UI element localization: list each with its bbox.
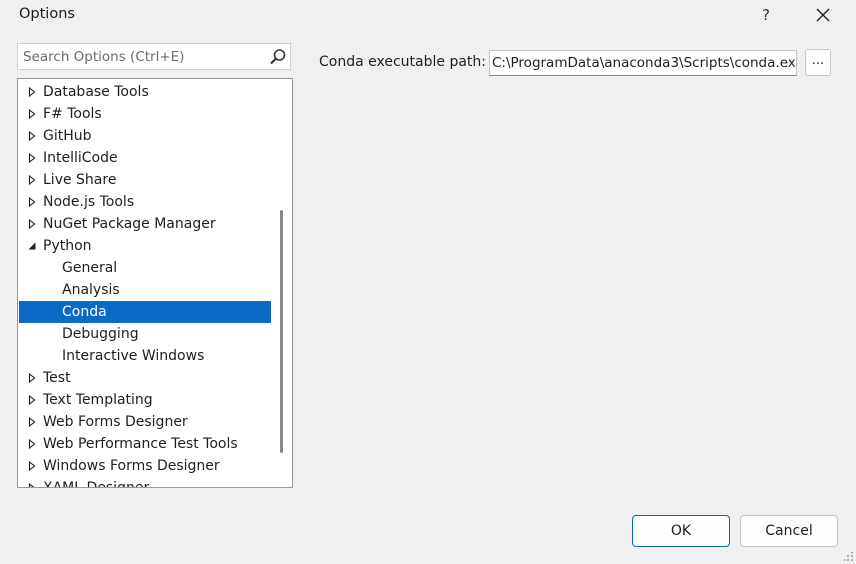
tree-item-label: Database Tools [43,84,149,100]
tree-item[interactable]: XAML Designer [19,477,271,488]
tree-item[interactable]: IntelliCode [19,147,271,169]
collapsed-arrow-icon[interactable] [27,395,37,405]
browse-button[interactable]: ... [805,49,831,76]
collapsed-arrow-icon[interactable] [27,417,37,427]
tree-item-label: IntelliCode [43,150,118,166]
expanded-arrow-icon[interactable] [27,241,37,251]
ok-button[interactable]: OK [632,515,730,547]
tree-item[interactable]: Text Templating [19,389,271,411]
tree-item-label: Windows Forms Designer [43,458,220,474]
tree-item-child[interactable]: Conda [19,301,271,323]
window-title: Options [19,6,75,22]
tree-item-label: Live Share [43,172,117,188]
tree-item-label: Web Forms Designer [43,414,188,430]
tree-item[interactable]: Test [19,367,271,389]
collapsed-arrow-icon[interactable] [27,439,37,449]
tree-item-label: General [62,260,118,276]
collapsed-arrow-icon[interactable] [27,461,37,471]
close-icon [816,8,830,22]
tree-item-child[interactable]: Interactive Windows [19,345,271,367]
tree-item-label: NuGet Package Manager [43,216,216,232]
tree-item-label: Node.js Tools [43,194,135,210]
tree-item-label: GitHub [43,128,92,144]
collapsed-arrow-icon[interactable] [27,219,37,229]
options-tree[interactable]: XAML Designer Windows Forms Designer Web P… [17,78,293,488]
tree-item[interactable]: NuGet Package Manager [19,213,271,235]
tree-item[interactable]: Web Performance Test Tools [19,433,271,455]
tree-item-label: Conda [62,304,107,320]
tree-item[interactable]: F# Tools [19,103,271,125]
tree-item[interactable]: Windows Forms Designer [19,455,271,477]
close-button[interactable] [808,2,838,28]
resize-grip-icon[interactable] [844,552,854,562]
collapsed-arrow-icon[interactable] [27,131,37,141]
collapsed-arrow-icon[interactable] [27,175,37,185]
conda-path-input[interactable] [490,51,796,75]
help-button[interactable]: ? [752,2,780,28]
tree-item-label: XAML Designer [43,480,150,488]
search-box [17,43,291,70]
tree-item[interactable]: GitHub [19,125,271,147]
search-input[interactable] [18,44,269,69]
tree-item[interactable]: Web Forms Designer [19,411,271,433]
collapsed-arrow-icon[interactable] [27,109,37,119]
tree-item-child[interactable]: Analysis [19,279,271,301]
tree-item[interactable]: Node.js Tools [19,191,271,213]
search-icon[interactable] [269,48,287,66]
tree-item-child[interactable]: General [19,257,271,279]
tree-item-child[interactable]: Debugging [19,323,271,345]
tree-item[interactable]: Python [19,235,271,257]
tree-item-label: Test [43,370,71,386]
tree-item-label: F# Tools [43,106,102,122]
conda-path-field [489,50,797,76]
collapsed-arrow-icon[interactable] [27,153,37,163]
conda-path-label: Conda executable path: [319,54,486,70]
tree-item-label: Interactive Windows [62,348,205,364]
collapsed-arrow-icon[interactable] [27,373,37,383]
title-bar: Options ? [0,0,856,30]
cancel-button[interactable]: Cancel [740,515,838,547]
tree-item-label: Python [43,238,92,254]
tree-item[interactable]: Live Share [19,169,271,191]
collapsed-arrow-icon[interactable] [27,87,37,97]
collapsed-arrow-icon[interactable] [27,483,37,488]
collapsed-arrow-icon[interactable] [27,197,37,207]
tree-scrollbar[interactable] [280,210,283,453]
tree-item[interactable]: Database Tools [19,81,271,103]
tree-item-label: Analysis [62,282,120,298]
tree-item-label: Debugging [62,326,139,342]
tree-item-label: Web Performance Test Tools [43,436,238,452]
tree-item-label: Text Templating [43,392,153,408]
